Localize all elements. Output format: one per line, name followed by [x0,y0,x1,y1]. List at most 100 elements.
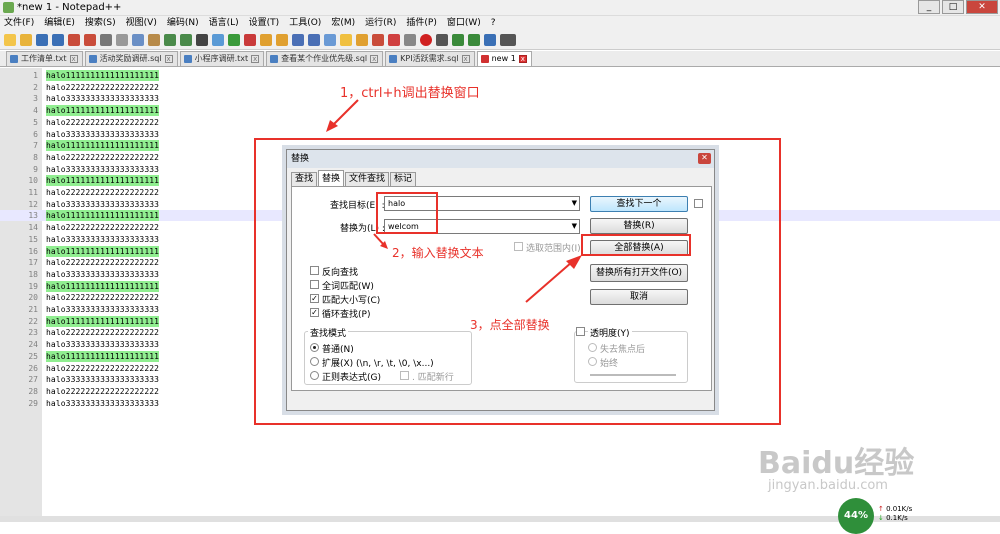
define-language-icon[interactable] [340,33,352,46]
menu-search[interactable]: 搜索(S) [85,16,116,30]
maximize-button[interactable]: □ [942,0,964,14]
close-icon[interactable]: x [370,55,379,63]
spell-check-icon[interactable] [500,33,516,46]
show-all-chars-icon[interactable] [308,33,320,46]
tab-find[interactable]: 查找 [291,172,318,186]
tab-mark[interactable]: 标记 [390,172,417,186]
menu-macro[interactable]: 宏(M) [331,16,355,30]
menu-run[interactable]: 运行(R) [365,16,396,30]
zoom-out-icon[interactable] [244,33,256,46]
tab-activity-reward[interactable]: 活动奖励调研.sql x [84,51,178,66]
find-next-button[interactable]: 查找下一个 [590,196,688,212]
indent-guide-icon[interactable] [324,33,336,46]
code-line[interactable]: 3 halo3333333333333333333 [0,93,1000,104]
zoom-in-icon[interactable] [228,33,240,46]
code-line[interactable]: 5 halo2222222222222222222 [0,117,1000,128]
code-line[interactable]: 2 halo2222222222222222222 [0,82,1000,93]
stop-record-icon[interactable] [436,33,448,46]
mode-extended-radio[interactable] [310,357,319,366]
save-all-icon[interactable] [52,33,64,46]
undo-icon[interactable] [164,33,176,46]
wrap-around-checkbox[interactable]: ✓ [310,308,319,317]
line-number: 15 [28,234,38,244]
menu-settings[interactable]: 设置(T) [249,16,280,30]
tab-kpi[interactable]: KPI活跃需求.sql x [385,51,475,66]
folder-workspace-icon[interactable] [388,33,400,46]
menu-plugins[interactable]: 插件(P) [406,16,436,30]
close-file-icon[interactable] [68,33,80,46]
dot-newline-checkbox[interactable] [400,371,409,380]
print-icon[interactable] [100,33,112,46]
menu-file[interactable]: 文件(F) [4,16,34,30]
monitoring-icon[interactable] [404,33,416,46]
menu-tools[interactable]: 工具(O) [289,16,321,30]
match-case-checkbox[interactable]: ✓ [310,294,319,303]
code-line[interactable]: 1 halo1111111111111111111 [0,70,1000,81]
find-icon[interactable] [196,33,208,46]
menu-bar: 文件(F) 编辑(E) 搜索(S) 视图(V) 编码(N) 语言(L) 设置(T… [0,16,1000,30]
new-file-icon[interactable] [4,33,16,46]
close-icon[interactable]: x [69,55,78,63]
whole-word-checkbox[interactable] [310,280,319,289]
dialog-close-button[interactable]: ✕ [698,153,711,164]
transparency-slider[interactable] [590,374,676,376]
save-icon[interactable] [36,33,48,46]
tab-job-priority[interactable]: 查看某个作业优先级.sql x [266,51,384,66]
close-icon[interactable]: x [164,55,173,63]
line-text: halo1111111111111111111 [46,105,160,117]
doc-map-icon[interactable] [356,33,368,46]
play-macro-icon[interactable] [452,33,464,46]
line-number: 21 [28,305,38,314]
dropdown-arrow-icon[interactable]: ▼ [572,220,577,233]
tab-miniprogram[interactable]: 小程序调研.txt x [179,51,265,66]
menu-window[interactable]: 窗口(W) [447,16,481,30]
line-text: halo1111111111111111111 [46,210,160,222]
dropdown-arrow-icon[interactable]: ▼ [572,197,577,210]
network-usage-widget[interactable]: 44% [838,498,874,534]
close-icon[interactable]: x [461,55,470,63]
line-text: halo2222222222222222222 [46,386,160,396]
code-line[interactable]: 4 halo1111111111111111111 [0,105,1000,117]
dot-newline-label: . 匹配新行 [412,373,454,383]
replace-all-in-open-files-button[interactable]: 替换所有打开文件(O) [590,264,688,282]
sync-horizontal-icon[interactable] [276,33,288,46]
replace-icon[interactable] [212,33,224,46]
highlight-frame-replace-all [581,234,691,256]
save-macro-icon[interactable] [484,33,496,46]
tab-new-1[interactable]: new 1x [476,51,532,66]
close-icon[interactable]: x [518,55,527,63]
close-button[interactable]: ✕ [966,0,998,14]
copy-icon[interactable] [132,33,144,46]
tab-replace[interactable]: 替换 [318,170,345,186]
tab-work-list[interactable]: 工作清单.txt x [6,51,83,66]
transparency-checkbox[interactable] [576,327,585,336]
replace-button[interactable]: 替换(R) [590,218,688,234]
paste-icon[interactable] [148,33,160,46]
line-number: 24 [28,340,38,350]
cut-icon[interactable] [116,33,128,46]
open-file-icon[interactable] [20,33,32,46]
menu-help[interactable]: ? [491,16,496,30]
mode-normal-radio[interactable] [310,343,319,352]
function-list-icon[interactable] [372,33,384,46]
cancel-button[interactable]: 取消 [590,289,688,305]
redo-icon[interactable] [180,33,192,46]
run-macro-multiple-icon[interactable] [468,33,480,46]
record-macro-icon[interactable] [420,33,432,46]
menu-encoding[interactable]: 编码(N) [167,16,199,30]
close-all-icon[interactable] [84,33,96,46]
in-selection-checkbox[interactable] [514,242,523,251]
menu-view[interactable]: 视图(V) [126,16,157,30]
trans-always-radio[interactable] [588,357,597,366]
word-wrap-icon[interactable] [292,33,304,46]
backward-checkbox[interactable] [310,266,319,275]
menu-edit[interactable]: 编辑(E) [44,16,75,30]
menu-language[interactable]: 语言(L) [209,16,239,30]
minimize-button[interactable]: _ [918,0,940,14]
close-icon[interactable]: x [251,55,260,63]
trans-on-lose-focus-radio[interactable] [588,343,597,352]
tab-find-in-files[interactable]: 文件查找 [345,172,390,186]
sync-vertical-icon[interactable] [260,33,272,46]
find-next-option-checkbox[interactable] [694,199,703,208]
mode-regex-radio[interactable] [310,371,319,380]
